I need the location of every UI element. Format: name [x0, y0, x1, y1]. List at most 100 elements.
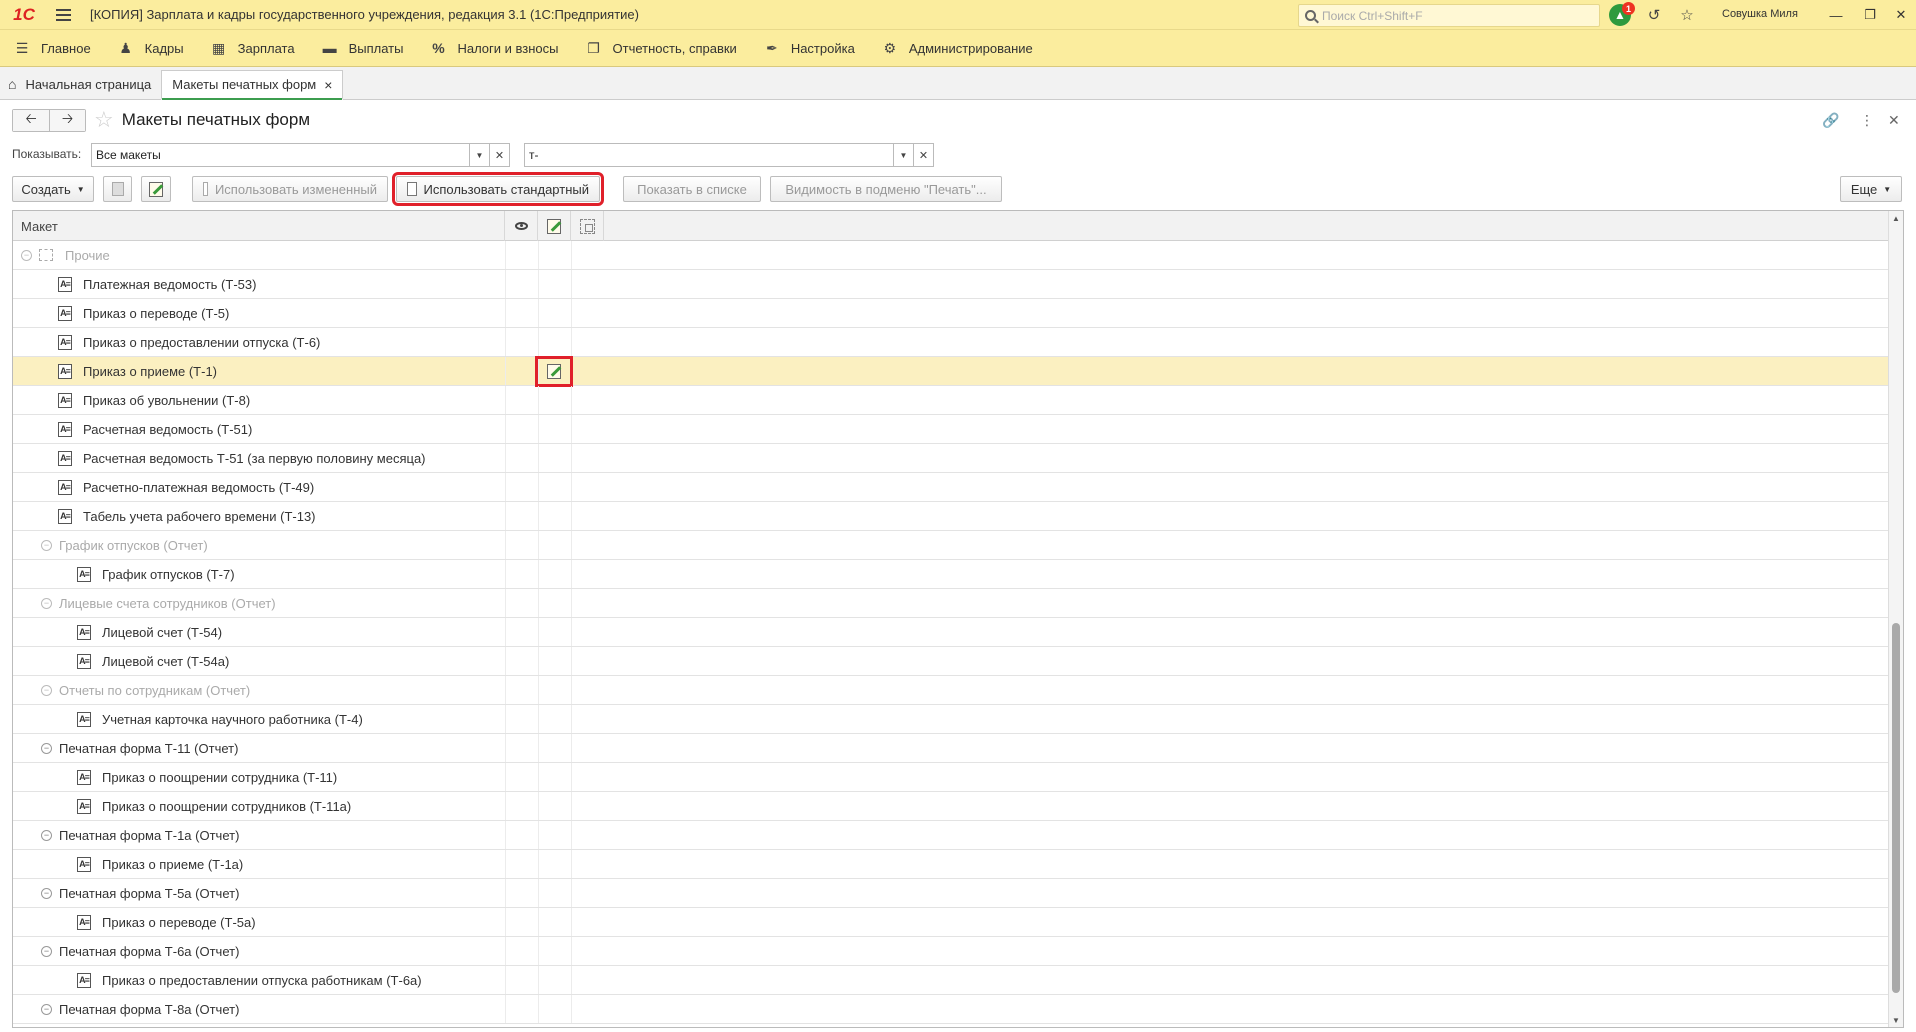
- column-header-used[interactable]: [505, 211, 538, 241]
- menu-item-hr[interactable]: ♟ Кадры: [104, 30, 197, 67]
- group-row[interactable]: − Печатная форма Т-8а (Отчет): [13, 995, 1889, 1024]
- group-row[interactable]: − Печатная форма Т-1а (Отчет): [13, 821, 1889, 850]
- show-in-list-button[interactable]: Показать в списке: [623, 176, 761, 202]
- user-name[interactable]: Совушка Миля: [1722, 8, 1798, 20]
- scroll-thumb[interactable]: [1892, 623, 1900, 993]
- menu-item-settings[interactable]: ✒ Настройка: [750, 30, 868, 67]
- tab-print-templates[interactable]: Макеты печатных форм ×: [161, 70, 344, 100]
- group-row[interactable]: − Печатная форма Т-5а (Отчет): [13, 879, 1889, 908]
- table-row[interactable]: A≡ Расчетно-платежная ведомость (Т-49): [13, 473, 1889, 502]
- template-document-icon: A≡: [58, 276, 72, 292]
- group-row[interactable]: − Отчеты по сотрудникам (Отчет): [13, 676, 1889, 705]
- menu-item-payments[interactable]: ▬ Выплаты: [308, 30, 417, 67]
- group-row[interactable]: − График отпусков (Отчет): [13, 531, 1889, 560]
- vertical-scrollbar[interactable]: ▲ ▼: [1888, 211, 1903, 1027]
- table-row[interactable]: A≡ Платежная ведомость (Т-53): [13, 270, 1889, 299]
- more-button[interactable]: Еще ▼: [1840, 176, 1902, 202]
- table-row[interactable]: A≡ Расчетная ведомость Т-51 (за первую по…: [13, 444, 1889, 473]
- column-header-template[interactable]: Макет: [13, 211, 505, 241]
- history-icon[interactable]: ↺: [1642, 3, 1666, 27]
- collapse-icon[interactable]: −: [41, 742, 52, 754]
- copy-button[interactable]: [103, 176, 132, 202]
- table-row[interactable]: A≡ Приказ о предоставлении отпуска (Т-6): [13, 328, 1889, 357]
- collapse-icon[interactable]: −: [41, 597, 52, 609]
- close-window-button[interactable]: ✕: [1886, 3, 1916, 27]
- global-search-input[interactable]: Поиск Ctrl+Shift+F: [1298, 4, 1600, 27]
- table-row[interactable]: A≡ Лицевой счет (Т-54а): [13, 647, 1889, 676]
- clear-icon[interactable]: ✕: [913, 144, 933, 166]
- scroll-up-icon[interactable]: ▲: [1889, 211, 1903, 225]
- collapse-icon[interactable]: −: [41, 887, 52, 899]
- tab-home[interactable]: ⌂ Начальная страница: [0, 69, 161, 99]
- collapse-icon[interactable]: −: [41, 829, 52, 841]
- collapse-icon[interactable]: −: [41, 945, 52, 957]
- more-actions-icon[interactable]: ⋮: [1860, 110, 1874, 130]
- column-separator: [571, 676, 572, 704]
- table-row[interactable]: A≡ Учетная карточка научного работника (Т…: [13, 705, 1889, 734]
- search-string-field[interactable]: т- ▼ ✕: [524, 143, 934, 167]
- collapse-icon[interactable]: −: [21, 249, 32, 261]
- table-row[interactable]: A≡ Приказ об увольнении (Т-8): [13, 386, 1889, 415]
- use-standard-button[interactable]: Использовать стандартный: [392, 172, 604, 206]
- forward-button[interactable]: 🡢: [49, 109, 85, 131]
- main-menu-icon[interactable]: [48, 0, 78, 30]
- group-row[interactable]: − Печатная форма Т-6а (Отчет): [13, 937, 1889, 966]
- restore-button[interactable]: ❐: [1855, 3, 1885, 27]
- close-form-icon[interactable]: ✕: [1888, 110, 1900, 130]
- collapse-icon[interactable]: −: [41, 684, 52, 696]
- column-separator: [571, 821, 572, 849]
- close-tab-icon[interactable]: ×: [324, 77, 332, 93]
- show-filter-select[interactable]: Все макеты ▼ ✕: [91, 143, 510, 167]
- group-row[interactable]: − Прочие: [13, 241, 1889, 270]
- table-row[interactable]: A≡ Расчетная ведомость (Т-51): [13, 415, 1889, 444]
- collapse-icon[interactable]: −: [41, 539, 52, 551]
- use-changed-button[interactable]: Использовать измененный: [192, 176, 388, 202]
- collapse-icon[interactable]: −: [41, 1003, 52, 1015]
- clear-icon[interactable]: ✕: [489, 144, 509, 166]
- notifications-button[interactable]: ▲ 1: [1607, 2, 1635, 27]
- table-row[interactable]: A≡ Приказ о поощрении сотрудников (Т-11а): [13, 792, 1889, 821]
- chevron-down-icon[interactable]: ▼: [469, 144, 489, 166]
- table-body: − Прочие A≡ Платежная ведомость (Т-53) A≡ При…: [13, 241, 1889, 1024]
- table-row[interactable]: A≡ Приказ о приеме (Т-1а): [13, 850, 1889, 879]
- minimize-button[interactable]: —: [1821, 3, 1851, 27]
- edit-template-button[interactable]: [141, 176, 171, 202]
- table-row[interactable]: A≡ Приказ о приеме (Т-1): [13, 356, 1889, 387]
- add-to-favorites-icon[interactable]: ☆: [94, 109, 114, 131]
- menu-item-reports[interactable]: ❐ Отчетность, справки: [572, 30, 750, 67]
- column-header-standard[interactable]: [571, 211, 604, 241]
- create-button[interactable]: Создать ▼: [12, 176, 94, 202]
- print-submenu-visibility-button[interactable]: Видимость в подменю "Печать"...: [770, 176, 1002, 202]
- column-separator: [505, 270, 506, 298]
- menu-item-main[interactable]: ☰ Главное: [0, 30, 104, 67]
- table-row[interactable]: A≡ График отпусков (Т-7): [13, 560, 1889, 589]
- column-separator: [571, 502, 572, 530]
- percent-icon: %: [432, 40, 445, 56]
- menu-item-taxes[interactable]: % Налоги и взносы: [416, 30, 571, 67]
- table-header: Макет: [13, 211, 1903, 241]
- link-icon[interactable]: 🔗: [1822, 110, 1839, 130]
- row-label: Приказ о предоставлении отпуска работник…: [102, 972, 422, 988]
- app-logo[interactable]: 1С: [0, 0, 48, 30]
- column-separator: [538, 618, 539, 646]
- row-label: Приказ о переводе (Т-5а): [102, 914, 256, 930]
- templates-table[interactable]: Макет − Прочие A≡ Платежная ведомость (Т-53…: [12, 210, 1904, 1028]
- table-row[interactable]: A≡ Приказ о переводе (Т-5а): [13, 908, 1889, 937]
- column-header-changed[interactable]: [538, 211, 571, 241]
- table-row[interactable]: A≡ Табель учета рабочего времени (Т-13): [13, 502, 1889, 531]
- changed-template-cell[interactable]: [535, 356, 573, 387]
- group-row[interactable]: − Лицевые счета сотрудников (Отчет): [13, 589, 1889, 618]
- chevron-down-icon[interactable]: ▼: [893, 144, 913, 166]
- menu-item-admin[interactable]: ⚙ Администрирование: [868, 30, 1046, 67]
- back-button[interactable]: 🡠: [13, 109, 49, 131]
- table-row[interactable]: A≡ Приказ о поощрении сотрудника (Т-11): [13, 763, 1889, 792]
- table-row[interactable]: A≡ Приказ о предоставлении отпуска работн…: [13, 966, 1889, 995]
- favorites-icon[interactable]: ☆: [1675, 3, 1699, 27]
- scroll-down-icon[interactable]: ▼: [1889, 1013, 1903, 1027]
- menu-item-salary[interactable]: ▦ Зарплата: [197, 30, 308, 67]
- template-document-icon: A≡: [77, 798, 91, 814]
- template-document-icon: A≡: [58, 421, 72, 437]
- table-row[interactable]: A≡ Лицевой счет (Т-54): [13, 618, 1889, 647]
- group-row[interactable]: − Печатная форма Т-11 (Отчет): [13, 734, 1889, 763]
- table-row[interactable]: A≡ Приказ о переводе (Т-5): [13, 299, 1889, 328]
